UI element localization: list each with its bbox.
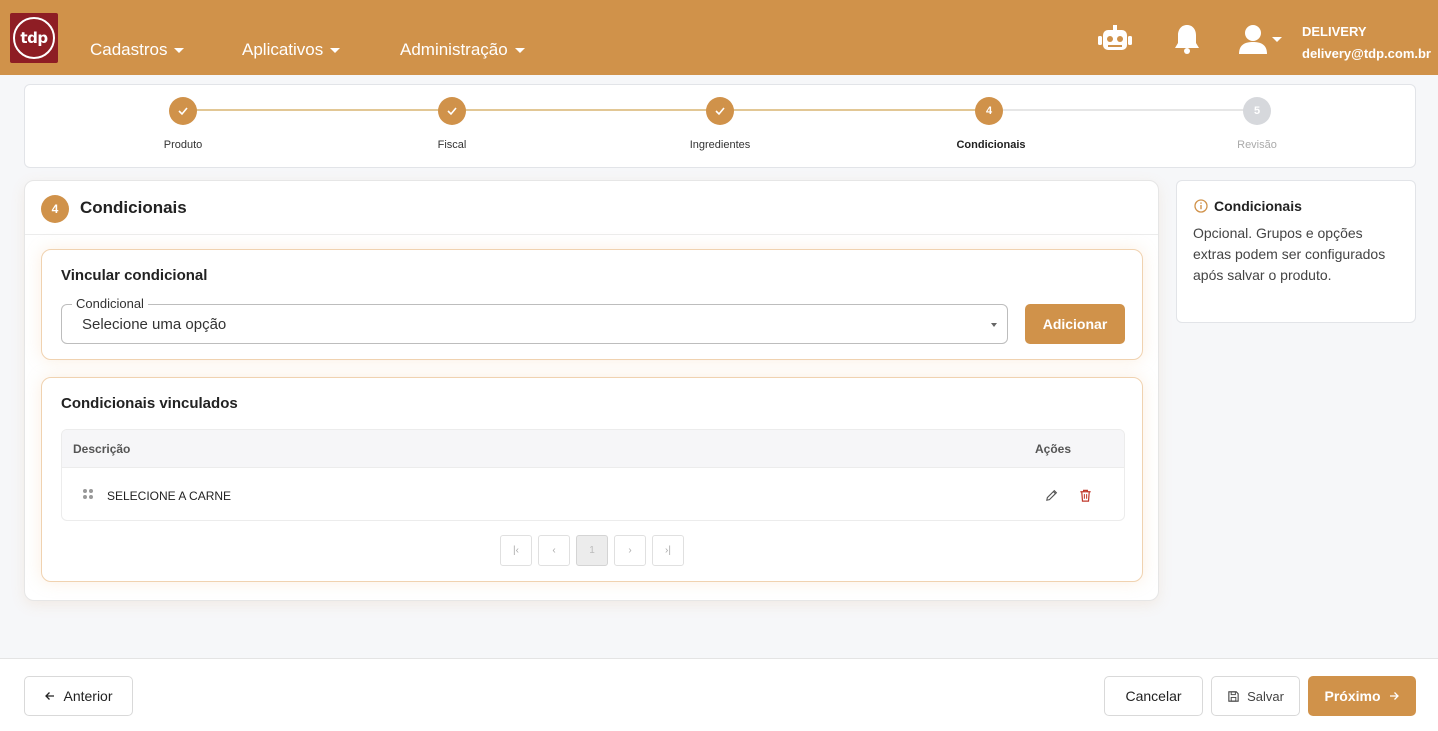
- nav-menu-administracao[interactable]: Administração: [400, 40, 525, 60]
- previous-button[interactable]: Anterior: [24, 676, 133, 716]
- arrow-right-icon: [1389, 692, 1399, 700]
- step-label-condicionais: Condicionais: [956, 139, 1026, 151]
- nav-menu-aplicativos[interactable]: Aplicativos: [242, 40, 341, 60]
- info-icon: [1194, 199, 1208, 218]
- cancel-button[interactable]: Cancelar: [1104, 676, 1203, 716]
- save-label: Salvar: [1247, 688, 1284, 704]
- pagination-page-1[interactable]: 1: [576, 535, 608, 566]
- save-button[interactable]: Salvar: [1211, 676, 1300, 716]
- caret-down-icon: [174, 47, 185, 53]
- caret-down-icon: [1272, 36, 1282, 42]
- step-label-revisao: Revisão: [1237, 139, 1277, 151]
- add-button[interactable]: Adicionar: [1025, 304, 1125, 344]
- step-connector: [183, 109, 453, 111]
- check-icon: [178, 107, 188, 116]
- table-row[interactable]: SELECIONE A CARNE: [62, 468, 1124, 520]
- condicionais-card: 4 Condicionais Vincular condicional Cond…: [24, 180, 1159, 601]
- conditional-select[interactable]: Condicional Selecione uma opção: [61, 296, 1008, 344]
- select-value: Selecione uma opção: [82, 316, 227, 333]
- tdp-logo[interactable]: tdp: [10, 13, 58, 63]
- trash-icon[interactable]: [1076, 486, 1094, 504]
- wizard-stepper: Produto Fiscal Ingredientes 4 Condiciona…: [24, 84, 1416, 168]
- pagination-next-button[interactable]: ›: [614, 535, 646, 566]
- section-title: Condicionais vinculados: [61, 395, 238, 412]
- linked-conditionals-section: Condicionais vinculados Descrição Ações …: [41, 377, 1143, 582]
- step-label-ingredientes: Ingredientes: [689, 139, 751, 151]
- step-connector: [991, 109, 1259, 111]
- logo-text: tdp: [13, 17, 55, 59]
- card-title: Condicionais: [80, 198, 187, 217]
- step-label-produto: Produto: [163, 139, 203, 151]
- section-title: Vincular condicional: [61, 267, 208, 284]
- step-2-done[interactable]: [438, 97, 466, 125]
- user-email: delivery@tdp.com.br: [1302, 46, 1431, 61]
- next-button[interactable]: Próximo: [1308, 676, 1416, 716]
- step-5-pending[interactable]: 5: [1243, 97, 1271, 125]
- pagination-first-button[interactable]: |‹: [500, 535, 532, 566]
- previous-label: Anterior: [63, 688, 113, 704]
- top-navbar: tdp Cadastros Aplicativos Administração: [0, 0, 1438, 75]
- floppy-disk-icon: [1228, 690, 1239, 702]
- robot-icon[interactable]: [1098, 22, 1132, 56]
- nav-menu-aplicativos-label: Aplicativos: [242, 40, 324, 59]
- chevron-down-icon: [991, 323, 997, 327]
- check-icon: [447, 107, 457, 116]
- column-header-acoes: Ações: [1035, 442, 1072, 456]
- card-header: 4 Condicionais: [25, 181, 1158, 235]
- row-description: SELECIONE A CARNE: [107, 489, 232, 503]
- drag-handle-icon[interactable]: [83, 489, 93, 499]
- info-panel: Condicionais Opcional. Grupos e opções e…: [1176, 180, 1416, 323]
- step-number-badge: 4: [41, 195, 69, 223]
- select-label: Condicional: [72, 296, 148, 311]
- user-icon: [1239, 25, 1267, 54]
- pagination-last-button[interactable]: ›|: [652, 535, 684, 566]
- step-label-fiscal: Fiscal: [437, 139, 467, 151]
- info-text: Opcional. Grupos e opções extras podem s…: [1193, 225, 1386, 283]
- pagination-prev-button[interactable]: ‹: [538, 535, 570, 566]
- column-header-descricao[interactable]: Descrição: [73, 442, 130, 456]
- nav-menu-cadastros[interactable]: Cadastros: [90, 40, 185, 60]
- arrow-left-icon: [45, 692, 55, 700]
- step-3-done[interactable]: [706, 97, 734, 125]
- user-avatar-menu[interactable]: [1236, 22, 1284, 56]
- table-header: Descrição Ações: [62, 430, 1124, 468]
- next-label: Próximo: [1324, 688, 1381, 704]
- wizard-footer: Anterior Cancelar Salvar Próximo: [0, 658, 1438, 731]
- bell-icon[interactable]: [1170, 22, 1204, 56]
- step-1-done[interactable]: [169, 97, 197, 125]
- user-name: DELIVERY: [1302, 24, 1367, 39]
- caret-down-icon: [330, 47, 341, 53]
- step-4-active[interactable]: 4: [975, 97, 1003, 125]
- info-title: Condicionais: [1214, 198, 1302, 214]
- nav-menu-administracao-label: Administração: [400, 40, 508, 59]
- conditionals-table: Descrição Ações SELECIONE A CARNE: [61, 429, 1125, 521]
- step-connector: [453, 109, 721, 111]
- step-connector: [721, 109, 991, 111]
- nav-menu-cadastros-label: Cadastros: [90, 40, 168, 59]
- check-icon: [715, 107, 725, 116]
- edit-pencil-icon[interactable]: [1042, 486, 1060, 504]
- cancel-label: Cancelar: [1125, 688, 1182, 704]
- caret-down-icon: [514, 47, 525, 53]
- link-conditional-section: Vincular condicional Condicional Selecio…: [41, 249, 1143, 360]
